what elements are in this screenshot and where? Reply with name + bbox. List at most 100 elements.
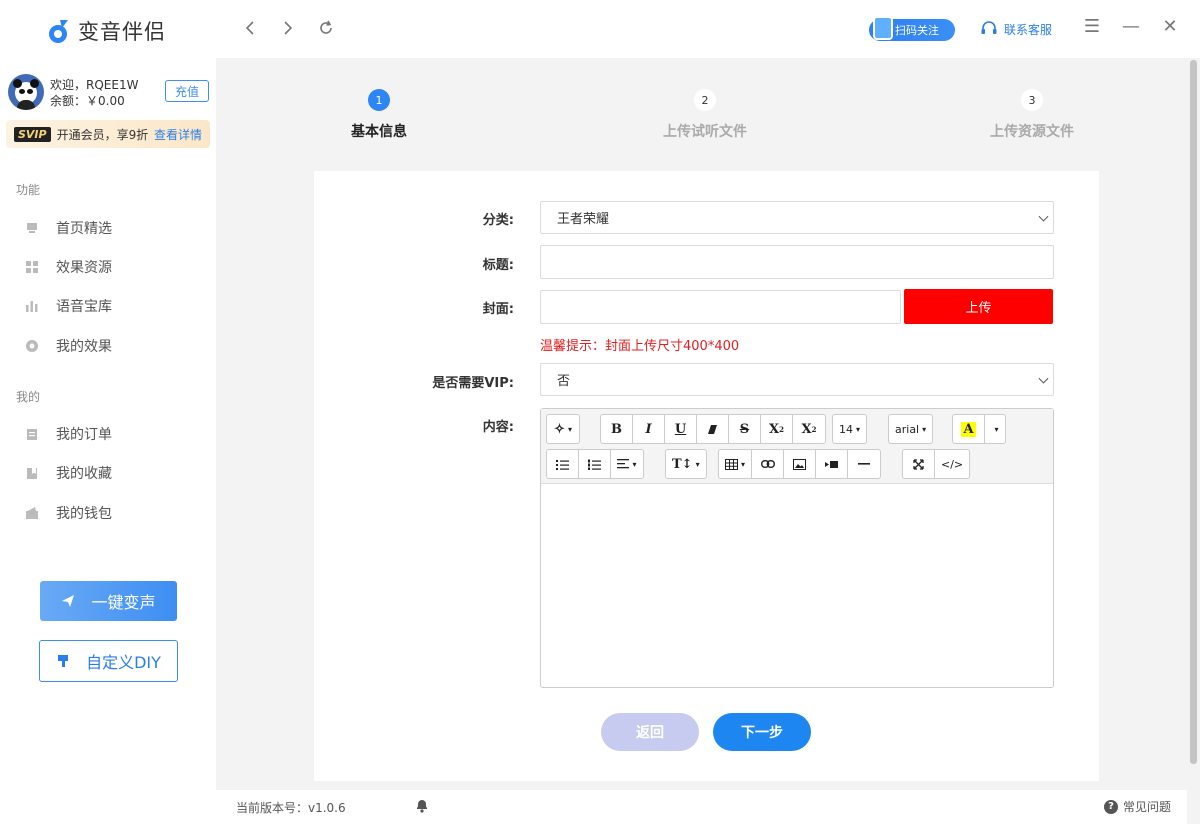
cover-input[interactable]	[540, 290, 901, 324]
avatar[interactable]	[8, 74, 44, 110]
qr-phone-icon	[873, 16, 893, 40]
upload-button[interactable]: 上传	[904, 289, 1053, 324]
editor-content-area[interactable]	[541, 485, 1053, 687]
vip-banner: SVIP 开通会员，享9折 查看详情	[6, 120, 210, 148]
cover-label: 封面:	[482, 302, 514, 317]
sidebar-item-label: 首页精选	[56, 221, 112, 237]
sidebar-item-favorites[interactable]: 我的收藏	[24, 463, 112, 483]
custom-diy-button[interactable]: 自定义DIY	[39, 640, 178, 682]
insert-group: ▾	[718, 449, 882, 479]
color-group: A ▾	[952, 414, 1006, 444]
customer-service-link[interactable]: 联系客服	[980, 20, 1052, 38]
sidebar-item-my-effects[interactable]: 我的效果	[24, 336, 112, 356]
fullscreen-icon[interactable]	[903, 450, 935, 478]
app-title: 变音伴侣	[78, 20, 166, 44]
recharge-button[interactable]: 充值	[165, 80, 209, 102]
menu-icon[interactable]: ☰	[1080, 16, 1104, 37]
content-label: 内容:	[482, 420, 514, 435]
category-value: 王者荣耀	[557, 212, 610, 227]
scrollbar-thumb[interactable]	[1190, 60, 1197, 764]
category-label: 分类:	[482, 213, 514, 228]
font-family-dropdown[interactable]: arial ▾	[889, 415, 932, 443]
vip-promo-text: 开通会员，享9折	[56, 127, 149, 142]
one-click-voice-button[interactable]: 一键变声	[40, 581, 177, 621]
step-label: 基本信息	[351, 124, 407, 140]
back-button[interactable]: 返回	[601, 713, 699, 751]
main-content: 1 基本信息 2 上传试听文件 3 上传资源文件 分类: 王者荣耀 标题: 封面…	[216, 58, 1187, 790]
home-icon	[24, 220, 40, 236]
bold-button[interactable]: B	[601, 415, 633, 443]
sidebar-item-wallet[interactable]: 我的钱包	[24, 503, 112, 523]
step-number: 3	[1021, 89, 1043, 111]
magic-wand-icon[interactable]: ✧ ▾	[547, 415, 579, 443]
eraser-icon[interactable]	[697, 415, 729, 443]
one-click-voice-label: 一键变声	[91, 593, 156, 612]
nav-buttons	[240, 16, 336, 40]
grid-icon	[24, 259, 40, 275]
bookmark-icon	[24, 465, 40, 481]
link-icon[interactable]	[752, 450, 785, 478]
balance-text: 余额：￥0.00	[50, 94, 125, 108]
sidebar-item-label: 我的钱包	[56, 506, 112, 522]
rich-text-editor: ✧ ▾ B I U S X2 X2 14 ▾ arial ▾ A ▾ ▾ T↕ …	[540, 408, 1054, 688]
chevron-left-icon[interactable]	[240, 16, 260, 40]
faq-label: 常见问题	[1123, 800, 1172, 814]
code-view-icon[interactable]: </>	[935, 450, 969, 478]
sidebar-item-label: 我的效果	[56, 339, 112, 355]
sidebar-item-home[interactable]: 首页精选	[24, 218, 112, 238]
step-number: 2	[694, 89, 716, 111]
faq-link[interactable]: ? 常见问题	[1104, 798, 1171, 815]
sidebar-item-orders[interactable]: 我的订单	[24, 424, 112, 444]
sidebar-item-label: 语音宝库	[56, 299, 112, 315]
image-icon[interactable]	[784, 450, 817, 478]
underline-button[interactable]: U	[665, 415, 697, 443]
send-icon	[62, 595, 75, 607]
section-mine-title: 我的	[16, 390, 41, 404]
font-size-dropdown[interactable]: 14 ▾	[833, 415, 866, 443]
list-group: ▾	[546, 449, 644, 479]
bullet-list-icon[interactable]	[547, 450, 579, 478]
minimize-icon[interactable]: —	[1119, 16, 1143, 37]
sidebar-item-label: 效果资源	[56, 260, 112, 276]
app-window: 变音伴侣 扫码关注 联系客服 ☰ — ✕ 欢迎，RQEE1W 余额：￥0.00 …	[0, 0, 1200, 824]
video-icon[interactable]	[816, 450, 849, 478]
align-dropdown[interactable]: ▾	[611, 450, 643, 478]
close-icon[interactable]: ✕	[1158, 16, 1182, 37]
bars-icon	[24, 298, 40, 314]
line-height-dropdown[interactable]: T↕ ▾	[666, 450, 706, 478]
font-size-group: 14 ▾	[832, 414, 868, 444]
italic-button[interactable]: I	[633, 415, 665, 443]
color-dropdown-caret[interactable]: ▾	[985, 415, 1005, 443]
highlight-color-button[interactable]: A	[953, 415, 985, 443]
custom-diy-label: 自定义DIY	[86, 653, 161, 672]
vip-select[interactable]: 否	[540, 363, 1054, 396]
numbered-list-icon[interactable]	[579, 450, 611, 478]
chevron-right-icon[interactable]	[278, 16, 298, 40]
sidebar-item-voice-library[interactable]: 语音宝库	[24, 296, 112, 316]
horizontal-rule-icon[interactable]	[848, 450, 880, 478]
table-icon[interactable]: ▾	[719, 450, 753, 478]
vip-details-link[interactable]: 查看详情	[154, 126, 202, 143]
category-select[interactable]: 王者荣耀	[540, 201, 1054, 234]
refresh-icon[interactable]	[316, 16, 336, 40]
question-icon: ?	[1104, 799, 1118, 814]
title-input[interactable]	[540, 245, 1054, 279]
customer-service-label: 联系客服	[1004, 22, 1053, 37]
next-step-button[interactable]: 下一步	[713, 713, 811, 751]
superscript-button[interactable]: X2	[793, 415, 825, 443]
step-label: 上传资源文件	[990, 124, 1074, 140]
style-group: ✧ ▾	[546, 414, 580, 444]
sidebar-item-effects[interactable]: 效果资源	[24, 257, 112, 277]
editor-toolbar: ✧ ▾ B I U S X2 X2 14 ▾ arial ▾ A ▾ ▾ T↕ …	[541, 409, 1053, 484]
chevron-down-icon	[1038, 373, 1049, 384]
step-1: 1 基本信息	[351, 89, 407, 141]
subscript-button[interactable]: X2	[761, 415, 793, 443]
bell-icon[interactable]	[414, 797, 430, 813]
step-label: 上传试听文件	[663, 124, 747, 140]
scrollbar[interactable]	[1187, 58, 1200, 824]
strikethrough-button[interactable]: S	[729, 415, 761, 443]
scan-follow-button[interactable]: 扫码关注	[869, 16, 955, 41]
sidebar-item-label: 我的订单	[56, 427, 112, 443]
wallet-icon	[24, 505, 40, 521]
chevron-down-icon	[1038, 211, 1049, 222]
